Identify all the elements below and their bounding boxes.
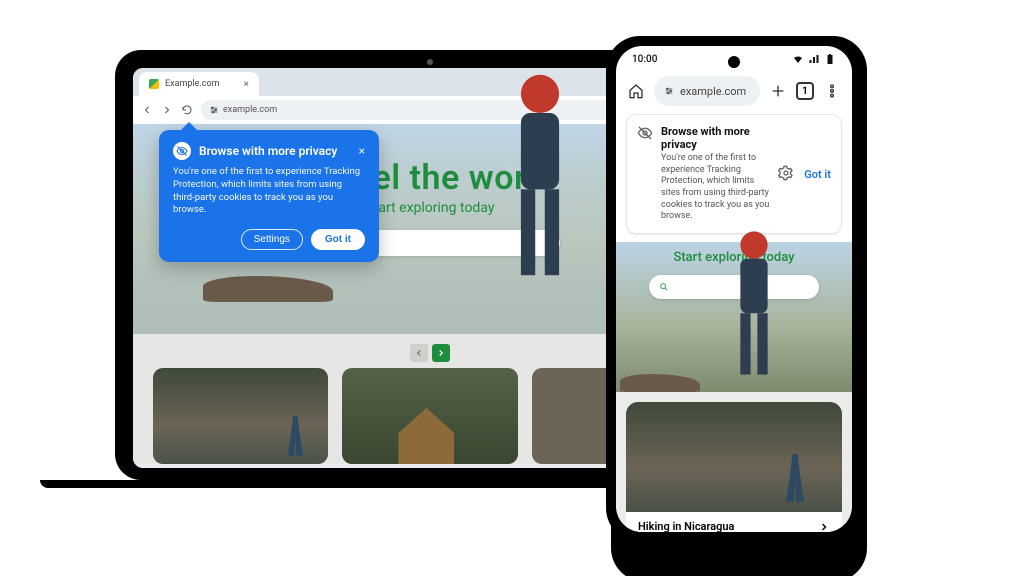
chrome-mobile-window: 10:00 example.com 1 Browse with more pri… xyxy=(616,46,852,532)
mobile-bubble-title: Browse with more privacy xyxy=(661,125,770,151)
privacy-callout-bubble: Browse with more privacy × You're one of… xyxy=(159,130,379,262)
close-icon[interactable]: × xyxy=(359,144,365,158)
got-it-button[interactable]: Got it xyxy=(311,229,365,250)
bubble-title: Browse with more privacy xyxy=(199,144,337,158)
card-image xyxy=(626,402,842,512)
chevron-right-icon xyxy=(818,521,830,532)
status-time: 10:00 xyxy=(632,54,657,65)
chevron-left-icon xyxy=(414,348,424,358)
chevron-right-icon xyxy=(436,348,446,358)
destination-card[interactable] xyxy=(342,368,517,464)
eye-off-icon xyxy=(637,125,653,144)
forward-icon[interactable] xyxy=(161,104,173,116)
laptop-camera xyxy=(427,59,433,65)
mobile-toolbar: example.com 1 xyxy=(616,72,852,114)
mobile-privacy-callout: Browse with more privacy You're one of t… xyxy=(626,114,842,234)
reload-icon[interactable] xyxy=(181,104,193,116)
mobile-bubble-body: You're one of the first to experience Tr… xyxy=(661,153,770,223)
tune-icon[interactable] xyxy=(209,105,219,115)
mobile-got-it-button[interactable]: Got it xyxy=(804,168,831,181)
back-icon[interactable] xyxy=(141,104,153,116)
wifi-icon xyxy=(792,53,804,65)
tab-title: Example.com xyxy=(165,79,220,89)
pager-next-button[interactable] xyxy=(432,344,450,362)
phone-camera xyxy=(728,56,740,68)
mobile-card[interactable]: Hiking in Nicaragua xyxy=(626,402,842,532)
mobile-omnibox-url: example.com xyxy=(680,85,746,98)
tune-icon[interactable] xyxy=(664,86,674,96)
card-title: Hiking in Nicaragua xyxy=(638,520,734,532)
more-icon[interactable] xyxy=(824,83,840,99)
destination-card[interactable] xyxy=(153,368,328,464)
mobile-hero: Start exploring today xyxy=(616,242,852,392)
hero-person-icon xyxy=(636,228,852,378)
mobile-content: Hiking in Nicaragua xyxy=(616,392,852,532)
eye-off-icon xyxy=(173,142,191,160)
battery-icon xyxy=(824,53,836,65)
settings-button[interactable]: Settings xyxy=(241,229,303,250)
gear-icon[interactable] xyxy=(778,165,794,184)
home-icon[interactable] xyxy=(628,83,644,99)
favicon-icon xyxy=(149,79,159,89)
mobile-omnibox[interactable]: example.com xyxy=(654,76,760,106)
bubble-body: You're one of the first to experience Tr… xyxy=(173,166,365,217)
browser-tab[interactable]: Example.com × xyxy=(139,72,259,96)
pager-prev-button[interactable] xyxy=(410,344,428,362)
tab-count-button[interactable]: 1 xyxy=(796,82,814,100)
phone-device: 10:00 example.com 1 Browse with more pri… xyxy=(606,36,862,542)
signal-icon xyxy=(808,53,820,65)
plus-icon[interactable] xyxy=(770,83,786,99)
